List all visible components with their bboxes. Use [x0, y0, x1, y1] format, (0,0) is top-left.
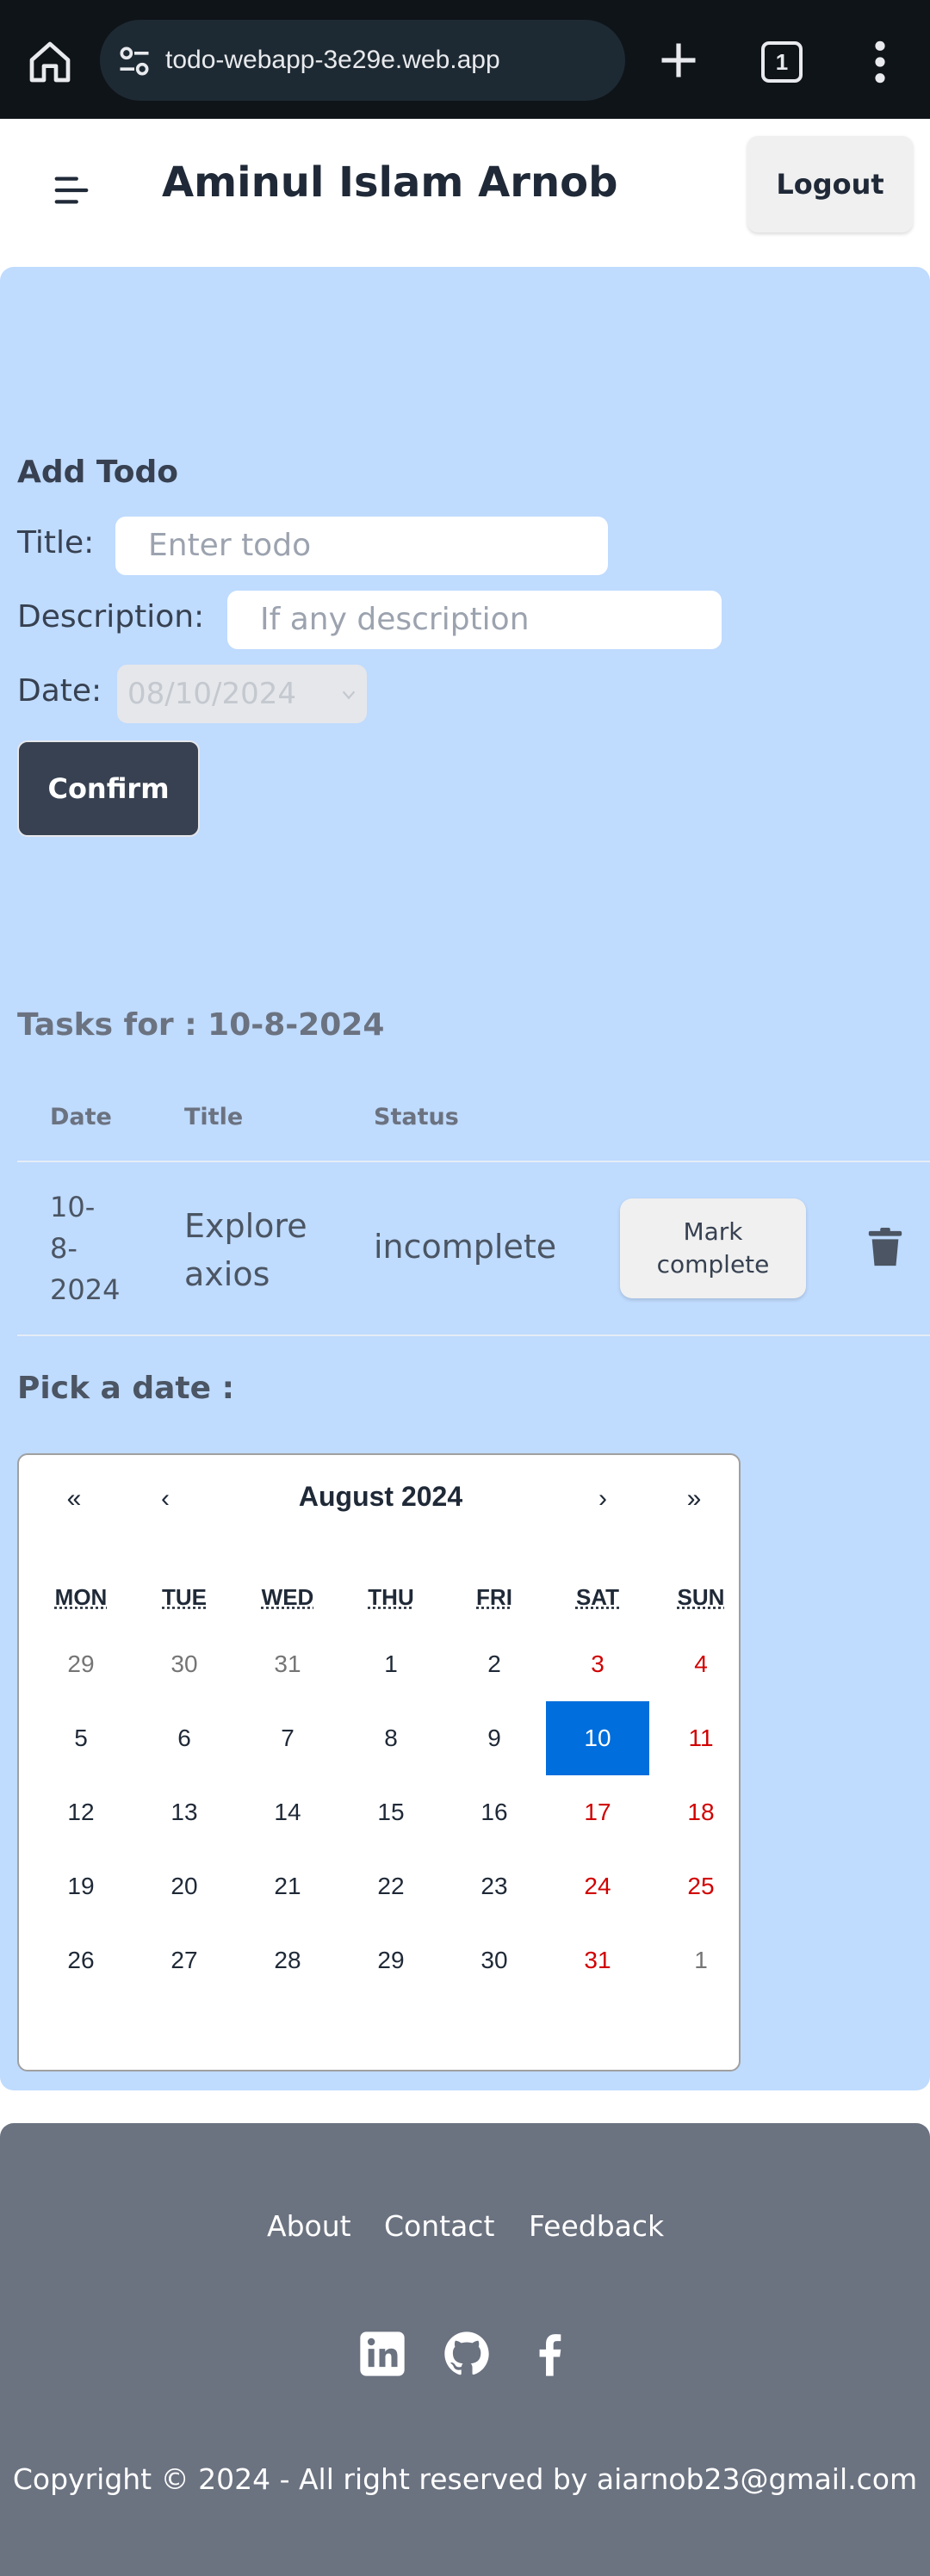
task-date-cell: 10- 8- 2024: [50, 1186, 120, 1310]
calendar-day[interactable]: 2: [443, 1627, 546, 1701]
facebook-icon[interactable]: [525, 2330, 574, 2378]
calendar-day[interactable]: 13: [133, 1775, 236, 1849]
copyright-text: Copyright © 2024 - All right reserved by…: [12, 2462, 918, 2496]
title-label: Title:: [17, 525, 95, 560]
date-label: Date:: [17, 673, 102, 709]
github-icon[interactable]: [443, 2330, 491, 2378]
calendar-day[interactable]: 5: [29, 1701, 133, 1775]
site-settings-icon[interactable]: [115, 42, 153, 80]
app-header: Aminul Islam Arnob Logout: [0, 119, 930, 267]
calendar-day[interactable]: 29: [339, 1923, 443, 1997]
task-status: incomplete: [374, 1228, 557, 1266]
calendar-day[interactable]: 17: [546, 1775, 649, 1849]
calendar: « ‹ August 2024 › » MON TUE WED THU FRI SAT SU…: [17, 1453, 741, 2071]
table-divider: [17, 1161, 930, 1162]
calendar-day[interactable]: 10: [546, 1701, 649, 1775]
title-input[interactable]: Enter todo: [115, 517, 608, 575]
calendar-day[interactable]: 16: [443, 1775, 546, 1849]
weekday-label: SUN: [677, 1584, 725, 1610]
calendar-day[interactable]: 9: [443, 1701, 546, 1775]
calendar-day[interactable]: 22: [339, 1849, 443, 1923]
calendar-day[interactable]: 21: [236, 1849, 339, 1923]
mark-complete-label: Mark: [683, 1217, 743, 1246]
calendar-day[interactable]: 3: [546, 1627, 649, 1701]
address-bar[interactable]: todo-webapp-3e29e.web.app: [100, 20, 625, 101]
calendar-day[interactable]: 26: [29, 1923, 133, 1997]
confirm-button[interactable]: Confirm: [17, 740, 200, 837]
browser-toolbar: todo-webapp-3e29e.web.app 1: [0, 0, 930, 119]
calendar-day[interactable]: 8: [339, 1701, 443, 1775]
task-title-cell: Explore axios: [184, 1202, 307, 1298]
footer-link-feedback[interactable]: Feedback: [529, 2209, 664, 2243]
home-icon[interactable]: [26, 38, 74, 86]
task-date-line: 2024: [50, 1273, 121, 1306]
calendar-day[interactable]: 1: [649, 1923, 753, 1997]
date-select-value: 08/10/2024: [127, 677, 296, 711]
more-menu-icon[interactable]: [868, 38, 892, 86]
user-name: Aminul Islam Arnob: [162, 158, 618, 207]
mark-complete-button[interactable]: Mark complete: [620, 1198, 806, 1298]
calendar-day[interactable]: 30: [133, 1627, 236, 1701]
weekday-label: TUE: [162, 1584, 207, 1610]
calendar-day[interactable]: 11: [649, 1701, 753, 1775]
calendar-day[interactable]: 12: [29, 1775, 133, 1849]
calendar-day[interactable]: 7: [236, 1701, 339, 1775]
calendar-day[interactable]: 24: [546, 1849, 649, 1923]
calendar-day[interactable]: 4: [649, 1627, 753, 1701]
linkedin-icon[interactable]: [358, 2330, 406, 2378]
calendar-day[interactable]: 27: [133, 1923, 236, 1997]
column-header-date: Date: [50, 1104, 112, 1130]
date-select[interactable]: 08/10/2024: [117, 665, 367, 723]
mark-complete-label: complete: [656, 1250, 770, 1279]
calendar-day[interactable]: 28: [236, 1923, 339, 1997]
chevron-down-icon: [342, 690, 356, 700]
column-header-status: Status: [374, 1104, 459, 1130]
menu-icon[interactable]: [52, 170, 91, 210]
new-tab-icon[interactable]: [656, 38, 701, 83]
calendar-day[interactable]: 18: [649, 1775, 753, 1849]
footer: About Contact Feedback Copyright © 2024 …: [0, 2123, 930, 2576]
task-title-line: Explore: [184, 1207, 307, 1245]
weekday-label: THU: [368, 1584, 414, 1610]
calendar-day[interactable]: 29: [29, 1627, 133, 1701]
column-header-title: Title: [184, 1104, 244, 1130]
logout-button[interactable]: Logout: [747, 136, 913, 232]
calendar-day[interactable]: 23: [443, 1849, 546, 1923]
calendar-day[interactable]: 20: [133, 1849, 236, 1923]
tasks-heading: Tasks for : 10-8-2024: [17, 1007, 385, 1043]
task-title-line: axios: [184, 1255, 270, 1293]
tab-switcher-button[interactable]: 1: [761, 41, 803, 83]
calendar-day[interactable]: 31: [236, 1627, 339, 1701]
calendar-day[interactable]: 1: [339, 1627, 443, 1701]
main-panel: Add Todo Title: Enter todo Description: …: [0, 267, 930, 2090]
task-date-line: 10-: [50, 1191, 96, 1223]
weekday-label: WED: [261, 1584, 314, 1610]
url-text[interactable]: todo-webapp-3e29e.web.app: [165, 20, 500, 101]
calendar-month-label[interactable]: August 2024: [19, 1481, 742, 1513]
calendar-day[interactable]: 19: [29, 1849, 133, 1923]
footer-link-about[interactable]: About: [267, 2209, 351, 2243]
calendar-day[interactable]: 14: [236, 1775, 339, 1849]
weekday-label: MON: [54, 1584, 108, 1610]
calendar-day[interactable]: 30: [443, 1923, 546, 1997]
calendar-day[interactable]: 15: [339, 1775, 443, 1849]
pick-date-heading: Pick a date :: [17, 1371, 234, 1406]
weekday-label: FRI: [476, 1584, 512, 1610]
calendar-day[interactable]: 6: [133, 1701, 236, 1775]
calendar-day[interactable]: 31: [546, 1923, 649, 1997]
next-year-button[interactable]: »: [668, 1484, 720, 1514]
add-todo-heading: Add Todo: [17, 455, 178, 490]
task-date-line: 8-: [50, 1232, 78, 1265]
description-label: Description:: [17, 599, 205, 635]
table-divider: [17, 1334, 930, 1336]
trash-icon[interactable]: [868, 1228, 902, 1267]
footer-link-contact[interactable]: Contact: [384, 2209, 494, 2243]
description-input[interactable]: If any description: [227, 591, 722, 649]
weekday-label: SAT: [575, 1584, 620, 1610]
next-month-button[interactable]: ›: [577, 1484, 629, 1514]
calendar-day[interactable]: 25: [649, 1849, 753, 1923]
